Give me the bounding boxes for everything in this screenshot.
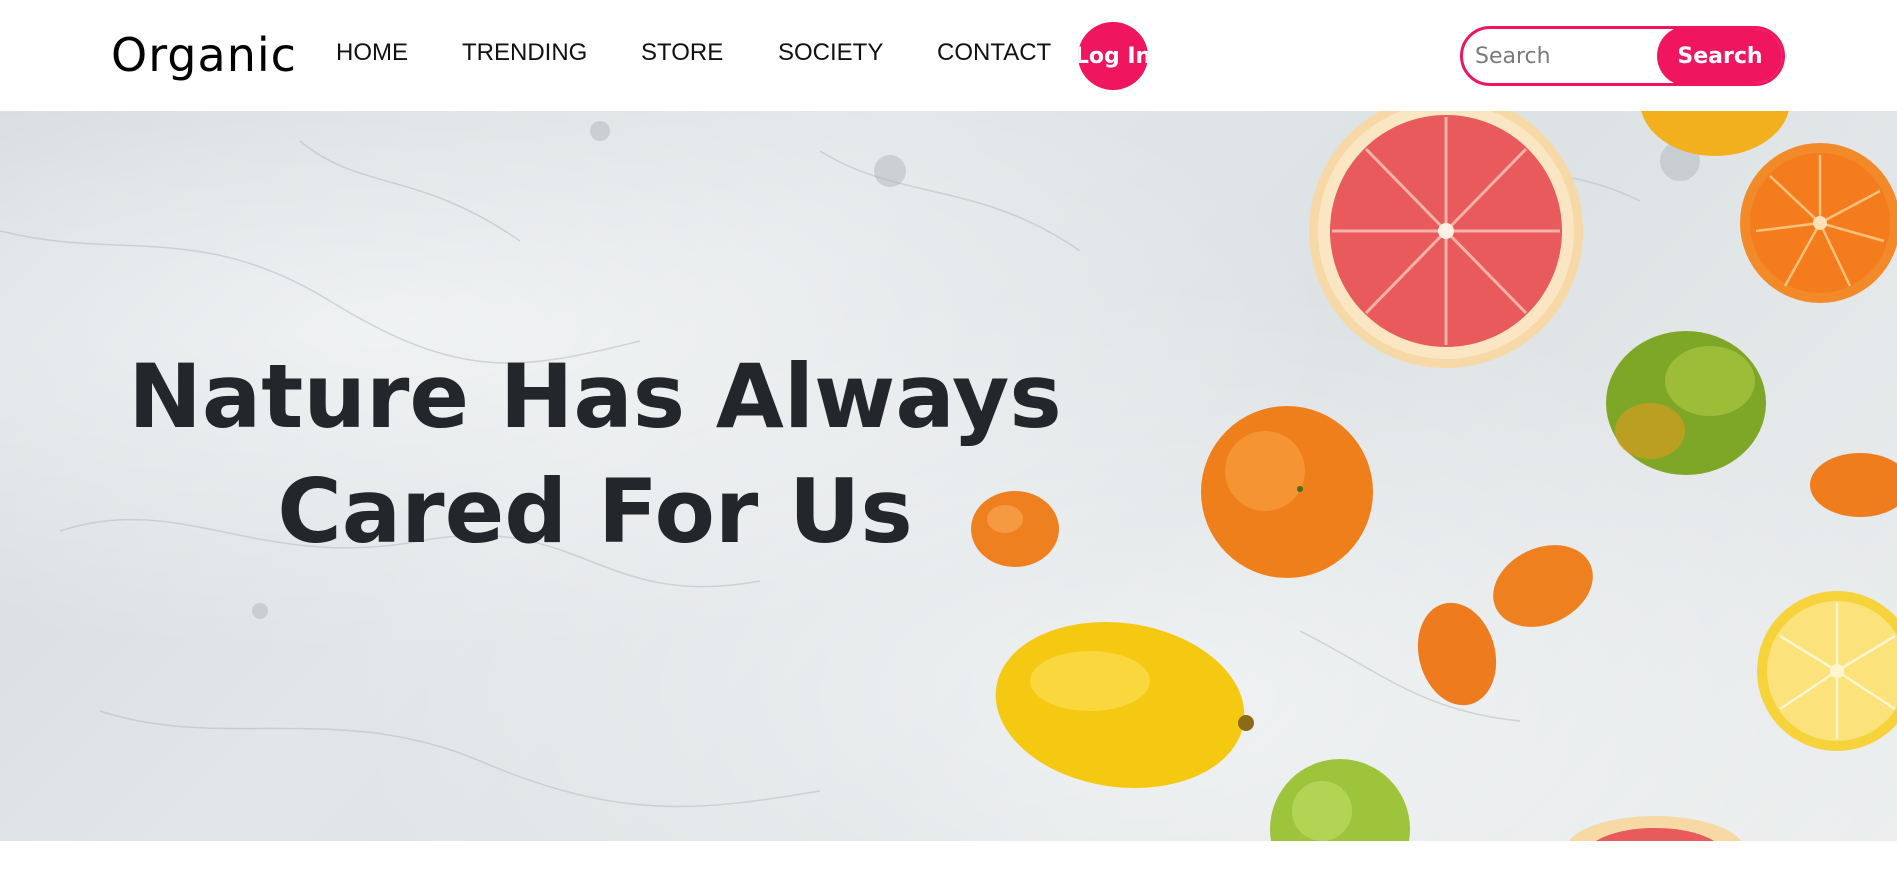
brand-logo[interactable]: Organic xyxy=(111,28,297,82)
search-form: Search xyxy=(1460,26,1785,86)
hero-title-line2: Cared For Us xyxy=(277,460,913,563)
nav-link-contact[interactable]: CONTACT xyxy=(937,39,1051,67)
hero-title-line1: Nature Has Always xyxy=(128,345,1062,448)
search-input[interactable] xyxy=(1473,29,1663,83)
nav-link-trending[interactable]: TRENDING xyxy=(462,39,587,67)
hero-banner: Nature Has Always Cared For Us xyxy=(0,111,1897,841)
login-button[interactable]: Log In xyxy=(1078,22,1148,90)
nav-link-store[interactable]: STORE xyxy=(641,39,723,67)
search-button[interactable]: Search xyxy=(1657,29,1782,83)
nav-link-society[interactable]: SOCIETY xyxy=(778,39,883,67)
hero-title: Nature Has Always Cared For Us xyxy=(120,339,1070,569)
navbar: Organic HOME TRENDING STORE SOCIETY CONT… xyxy=(0,0,1897,111)
nav-link-home[interactable]: HOME xyxy=(336,39,408,67)
